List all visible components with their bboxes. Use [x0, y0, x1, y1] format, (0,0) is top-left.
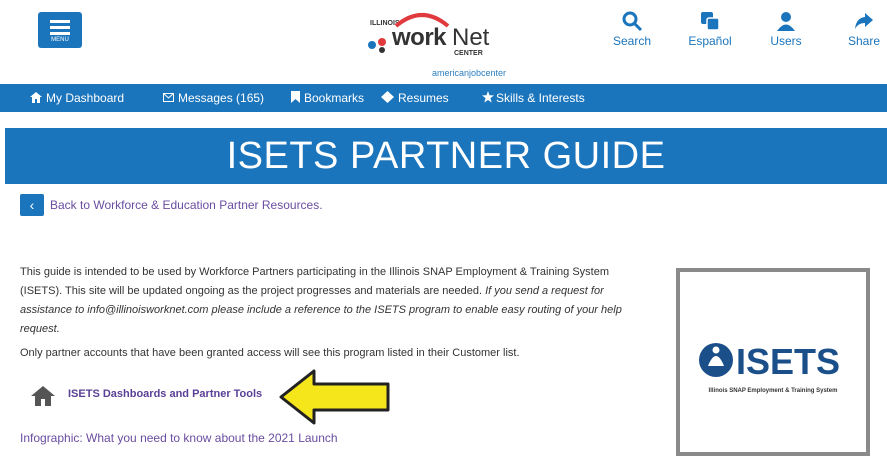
house-icon	[31, 386, 55, 406]
intro-paragraph: This guide is intended to be used by Wor…	[20, 263, 650, 339]
nav-resumes-label: Resumes	[398, 91, 449, 105]
search-label: Search	[612, 34, 652, 48]
infographic-link[interactable]: Infographic: What you need to know about…	[20, 431, 338, 445]
menu-bar	[50, 26, 70, 29]
menu-bar	[50, 20, 70, 23]
users-label: Users	[770, 34, 802, 48]
isets-wordmark: ISETS	[736, 341, 840, 382]
nav-item-resumes[interactable]: Resumes	[381, 84, 449, 112]
page-banner: ISETS PARTNER GUIDE	[5, 128, 887, 184]
search-button[interactable]: Search	[602, 10, 662, 48]
logo-ajc: americanjobcenter	[432, 68, 507, 78]
nav-bookmarks-label: Bookmarks	[304, 91, 365, 105]
isets-subtitle: Illinois SNAP Employment & Training Syst…	[708, 388, 838, 394]
user-icon	[777, 12, 795, 31]
pointer-arrow-icon	[279, 369, 390, 425]
page-title: ISETS PARTNER GUIDE	[226, 135, 666, 177]
chevron-left-icon: ‹	[29, 197, 35, 213]
menu-button[interactable]: MENU	[38, 12, 82, 48]
isets-logo: ISETS	[699, 341, 840, 382]
main-nav: My Dashboard Messages (165) Bookmarks Re…	[0, 84, 887, 112]
users-button[interactable]: Users	[756, 10, 816, 48]
nav-item-dashboard[interactable]: My Dashboard	[30, 84, 124, 112]
logo-work: work	[392, 24, 447, 51]
menu-bar	[50, 32, 70, 35]
isets-logo-panel: ISETS Illinois SNAP Employment & Trainin…	[676, 268, 870, 456]
search-icon	[622, 11, 643, 32]
nav-dashboard-label: My Dashboard	[46, 91, 125, 105]
logo-dots-icon	[368, 38, 386, 53]
translate-icon	[701, 12, 720, 31]
site-header: MENU ILLINOIS work Net CENTER americanjo…	[0, 0, 887, 84]
star-icon	[482, 91, 494, 103]
worknet-logo[interactable]: ILLINOIS work Net CENTER americanjobcent…	[362, 6, 552, 82]
menu-label: MENU	[51, 37, 69, 43]
nav-item-messages[interactable]: Messages (165)	[163, 84, 264, 112]
resume-icon	[381, 91, 394, 103]
back-button[interactable]: ‹	[20, 194, 44, 216]
back-link[interactable]: Back to Workforce & Education Partner Re…	[50, 198, 323, 212]
home-icon	[30, 92, 42, 103]
language-button[interactable]: Español	[680, 10, 740, 48]
envelope-icon	[163, 93, 174, 102]
logo-center: CENTER	[454, 50, 483, 57]
share-label: Share	[847, 34, 881, 48]
bookmark-icon	[291, 91, 300, 103]
nav-messages-label: Messages (165)	[178, 91, 265, 105]
nav-skills-label: Skills & Interests	[496, 91, 585, 105]
access-note: Only partner accounts that have been gra…	[20, 347, 520, 359]
share-button[interactable]: Share	[834, 10, 887, 48]
dashboards-link[interactable]: ISETS Dashboards and Partner Tools	[68, 388, 262, 400]
language-label: Español	[688, 34, 732, 48]
nav-item-bookmarks[interactable]: Bookmarks	[291, 84, 364, 112]
nav-item-skills[interactable]: Skills & Interests	[482, 84, 585, 112]
share-icon	[855, 13, 873, 29]
logo-net: Net	[452, 24, 490, 51]
